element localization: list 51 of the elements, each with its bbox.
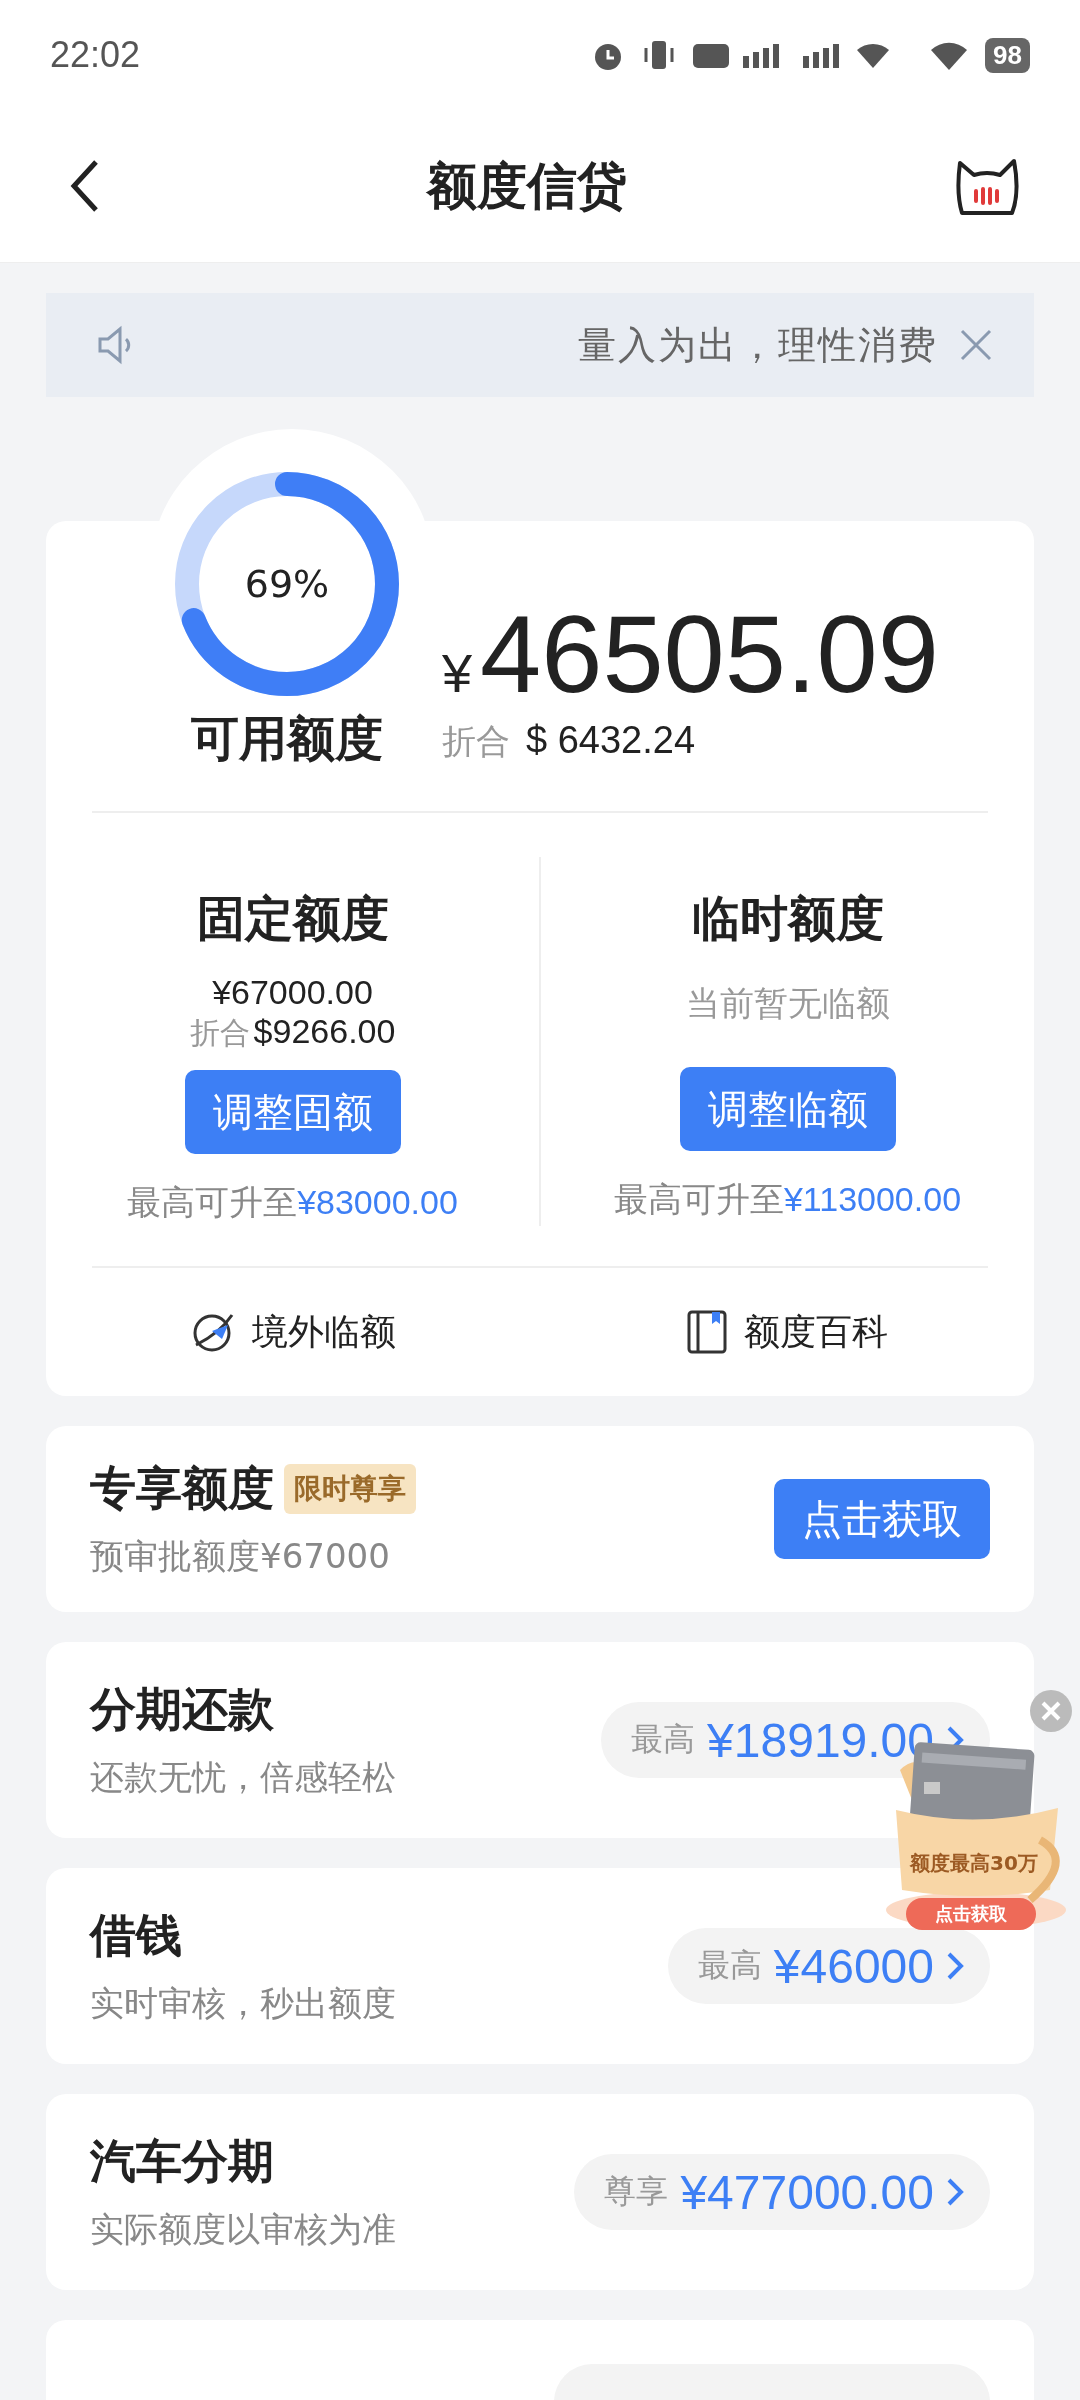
pill-label: 尊享 <box>604 2171 669 2212</box>
quota-title: 固定额度 <box>196 889 389 948</box>
promo-tag: 限时尊享 <box>284 1464 416 1514</box>
available-credit-label: 可用额度 <box>191 709 383 768</box>
currency-symbol: ¥ <box>442 642 473 704</box>
quick-link[interactable]: 额度百科 <box>540 1307 1034 1357</box>
pill-amount: ¥18919.00 <box>707 1712 934 1768</box>
notice-text: 量入为出，理性消费 <box>577 321 938 369</box>
quota-title: 临时额度 <box>691 889 884 948</box>
converted-amount: $9266.00 <box>253 1012 396 1051</box>
pill-label: 最高 <box>697 1945 762 1986</box>
card-subtitle: 预审批额度¥67000 <box>90 1535 391 1578</box>
ad-get-button[interactable]: 点击获取 <box>906 1898 1036 1930</box>
converted-amount: $ 6432.24 <box>526 719 696 762</box>
card-subtitle: 实时审核，秒出额度 <box>90 1982 396 2025</box>
back-icon[interactable] <box>70 158 100 214</box>
quota-note: 当前暂无临额 <box>685 982 890 1025</box>
status-time: 22:02 <box>50 34 141 76</box>
close-button[interactable] <box>1030 1690 1072 1732</box>
close-icon[interactable] <box>958 327 994 363</box>
quick-link[interactable]: 境外临额 <box>46 1307 540 1357</box>
quota-amount: ¥67000.00 <box>212 973 373 1012</box>
card-subtitle: 实际额度以审核为准 <box>90 2208 396 2251</box>
book-icon <box>686 1309 728 1355</box>
card-title: 汽车分期 <box>90 2134 274 2188</box>
card-title: 专享额度 <box>90 1460 274 1517</box>
limit-pill[interactable]: 尊享 ¥477000.00 <box>574 2154 990 2230</box>
close-icon <box>1040 1700 1062 1722</box>
converted-label: 折合 <box>442 720 510 763</box>
pill-amount: ¥477000.00 <box>680 2164 934 2220</box>
limit-pill[interactable]: 最高 ¥18919.00 <box>601 1702 990 1778</box>
card-title: 借钱 <box>90 1908 182 1962</box>
chevron-right-icon <box>946 1951 964 1981</box>
ring-percent: 69% <box>244 565 330 603</box>
converted-label: 折合 <box>189 1014 250 1052</box>
battery-level: 98 <box>985 37 1030 73</box>
pill-amount: ¥46000 <box>773 1938 934 1994</box>
limit-pill[interactable]: 最高 ¥46000 <box>667 1928 990 2004</box>
pill-label: 最高 <box>631 1719 696 1760</box>
adjust-button[interactable]: 调整固额 <box>184 1070 401 1154</box>
card-title: 分期还款 <box>90 1682 274 1736</box>
product-card[interactable]: 汽车分期 实际额度以审核为准 尊享 ¥477000.00 <box>46 2094 1034 2290</box>
available-amount: 46505.09 <box>480 599 939 709</box>
card-subtitle: 还款无忧，倍感轻松 <box>90 1756 396 1799</box>
chevron-right-icon <box>946 2177 964 2207</box>
max-quota-text: 最高可升至¥83000.00 <box>127 1181 458 1224</box>
adjust-button[interactable]: 调整临额 <box>679 1067 896 1151</box>
get-button[interactable]: 点击获取 <box>774 1479 990 1559</box>
product-card[interactable]: 分期还款 还款无忧，倍感轻松 最高 ¥18919.00 <box>46 1642 1034 1838</box>
page-title: 额度信贷 <box>427 155 627 217</box>
max-quota-text: 最高可升至¥113000.00 <box>613 1178 962 1221</box>
